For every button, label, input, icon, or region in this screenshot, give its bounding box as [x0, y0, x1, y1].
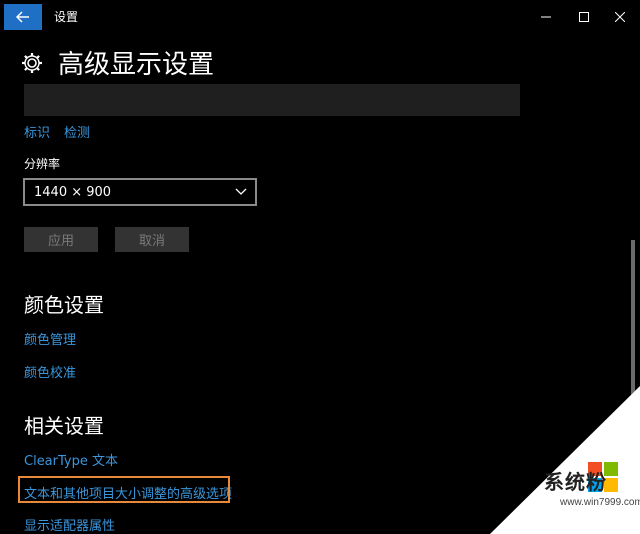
- related-settings-heading: 相关设置: [24, 414, 104, 438]
- resolution-value: 1440 × 900: [34, 184, 112, 200]
- back-arrow-icon: [16, 11, 29, 23]
- identify-link[interactable]: 标识: [24, 122, 50, 141]
- resolution-label: 分辨率: [24, 157, 61, 171]
- title-bar: 设置: [0, 0, 640, 32]
- color-settings-heading: 颜色设置: [24, 293, 104, 317]
- minimize-icon: [541, 16, 551, 18]
- maximize-icon: [579, 12, 589, 22]
- color-management-link[interactable]: 颜色管理: [24, 329, 76, 348]
- gear-icon: [22, 52, 42, 73]
- maximize-button[interactable]: [564, 6, 604, 28]
- apply-button[interactable]: 应用: [24, 227, 98, 252]
- highlight-box: [18, 476, 230, 503]
- display-links: 标识 检测: [24, 122, 90, 141]
- back-button[interactable]: [4, 4, 42, 30]
- close-button[interactable]: [600, 6, 640, 28]
- display-preview-area[interactable]: [24, 84, 520, 116]
- cancel-button[interactable]: 取消: [115, 227, 189, 252]
- page-header: 高级显示设置: [20, 44, 214, 81]
- display-adapter-properties-link[interactable]: 显示适配器属性: [24, 515, 115, 534]
- detect-link[interactable]: 检测: [64, 122, 90, 141]
- scrollbar-thumb[interactable]: [631, 240, 635, 415]
- close-icon: [615, 12, 625, 22]
- minimize-button[interactable]: [526, 6, 566, 28]
- window-title: 设置: [54, 10, 79, 24]
- watermark-brand: 系统粉: [544, 470, 607, 494]
- page-title: 高级显示设置: [58, 50, 215, 80]
- resolution-dropdown[interactable]: 1440 × 900: [23, 178, 257, 206]
- watermark-url: www.win7999.com: [560, 497, 640, 508]
- cleartype-link[interactable]: ClearType 文本: [24, 450, 118, 469]
- chevron-down-icon: [235, 188, 247, 195]
- color-calibration-link[interactable]: 颜色校准: [24, 362, 76, 381]
